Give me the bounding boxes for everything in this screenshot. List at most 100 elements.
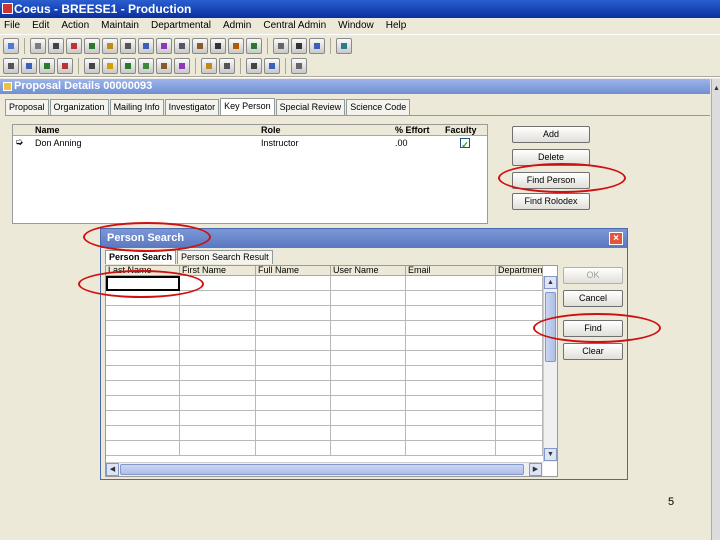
filter-icon[interactable] [30,38,46,54]
cancel-button[interactable]: Cancel [563,290,623,307]
grid-cell[interactable] [180,366,256,381]
grid-horizontal-scrollbar[interactable]: ◀ ▶ [106,462,543,476]
grid-cell[interactable] [180,351,256,366]
table-row[interactable] [106,411,543,426]
grid-cell[interactable] [180,306,256,321]
money-icon[interactable] [102,38,118,54]
grid-cell[interactable] [496,441,543,456]
close-icon[interactable]: × [609,232,623,245]
grid-cell[interactable] [106,366,180,381]
grid-cell[interactable] [331,366,406,381]
grid-cell[interactable] [106,306,180,321]
person-role[interactable]: Instructor [261,137,299,149]
column-full-name[interactable]: Full Name [256,266,331,276]
menu-departmental[interactable]: Departmental [151,18,211,34]
grid-cell[interactable] [331,291,406,306]
grid-cell[interactable] [406,426,496,441]
grid-cell[interactable] [106,351,180,366]
grid-cell[interactable] [331,351,406,366]
print-icon[interactable] [246,57,262,74]
save-icon[interactable] [264,57,280,74]
table-row[interactable] [106,306,543,321]
grid-cell[interactable] [180,381,256,396]
column-first-name[interactable]: First Name [180,266,256,276]
grid-cell[interactable] [180,396,256,411]
table-row[interactable] [106,366,543,381]
table-row[interactable] [106,441,543,456]
report-icon[interactable] [246,38,262,54]
grid-cell[interactable] [180,411,256,426]
find-rolodex-button[interactable]: Find Rolodex [512,193,590,210]
scroll-right-icon[interactable]: ▶ [529,463,542,476]
grid-cell[interactable] [331,411,406,426]
grid-cell[interactable] [496,351,543,366]
grid-cell[interactable] [496,426,543,441]
grid-cell[interactable] [496,276,543,291]
grid-cell[interactable] [331,426,406,441]
grid-icon[interactable] [48,38,64,54]
people-icon[interactable] [192,38,208,54]
search-icon[interactable] [273,38,289,54]
clear-button[interactable]: Clear [563,343,623,360]
grid-cell[interactable] [256,426,331,441]
grid-cell[interactable] [406,321,496,336]
copy-icon[interactable] [201,57,217,74]
open-icon[interactable] [3,38,19,54]
grid-cell[interactable] [406,381,496,396]
grid-cell[interactable] [406,306,496,321]
grid-cell[interactable] [106,396,180,411]
table-row[interactable] [106,426,543,441]
menu-action[interactable]: Action [61,18,89,34]
grid-cell[interactable] [106,411,180,426]
grid-cell[interactable] [180,336,256,351]
horizontal-scroll-thumb[interactable] [120,464,524,475]
faculty-checkbox[interactable]: ✓ [460,138,470,150]
grid-cell[interactable] [406,396,496,411]
columns-icon[interactable] [291,38,307,54]
grid-cell[interactable] [106,426,180,441]
list-icon[interactable] [21,57,37,74]
tab-proposal[interactable]: Proposal [5,99,49,115]
grid-cell[interactable] [496,366,543,381]
lock-icon[interactable] [219,57,235,74]
column-user-name[interactable]: User Name [331,266,406,276]
pause-icon[interactable] [210,38,226,54]
grid-cell[interactable] [406,336,496,351]
grid-cell[interactable] [106,381,180,396]
table-row[interactable]: ➭ Don Anning Instructor .00 ✓ [13,137,487,150]
person-name[interactable]: Don Anning [35,137,82,149]
transfer-icon[interactable] [138,38,154,54]
menu-help[interactable]: Help [386,18,407,34]
tab-organization[interactable]: Organization [49,99,109,115]
scroll-down-icon[interactable]: ▼ [544,448,557,461]
grid-cell[interactable] [331,396,406,411]
chart-icon[interactable] [120,38,136,54]
document-icon[interactable] [84,57,100,74]
grid-cell[interactable] [331,381,406,396]
proposal-icon[interactable] [66,38,82,54]
tab-investigator[interactable]: Investigator [164,99,220,115]
grid-cell[interactable] [406,441,496,456]
book-icon[interactable] [138,57,154,74]
grid-cell[interactable] [331,276,406,291]
column-faculty[interactable]: Faculty [445,125,477,136]
grid-cell[interactable] [331,441,406,456]
table-row[interactable] [106,321,543,336]
table-row[interactable] [106,381,543,396]
exit-icon[interactable] [336,38,352,54]
scroll-up-icon[interactable]: ▲ [713,85,720,92]
person-effort[interactable]: .00 [395,137,408,149]
grid-cell[interactable] [496,291,543,306]
grid-cell[interactable] [106,336,180,351]
grid-cell[interactable] [406,291,496,306]
notes-icon[interactable] [156,57,172,74]
menu-edit[interactable]: Edit [32,18,49,34]
grid-cell[interactable] [496,396,543,411]
grid-cell[interactable] [106,441,180,456]
grid-cell[interactable] [180,291,256,306]
grid-cell[interactable] [180,441,256,456]
tab-key-person[interactable]: Key Person [220,98,275,115]
grid-cell[interactable] [331,321,406,336]
tab-special-review[interactable]: Special Review [275,99,346,115]
table-row[interactable] [106,351,543,366]
